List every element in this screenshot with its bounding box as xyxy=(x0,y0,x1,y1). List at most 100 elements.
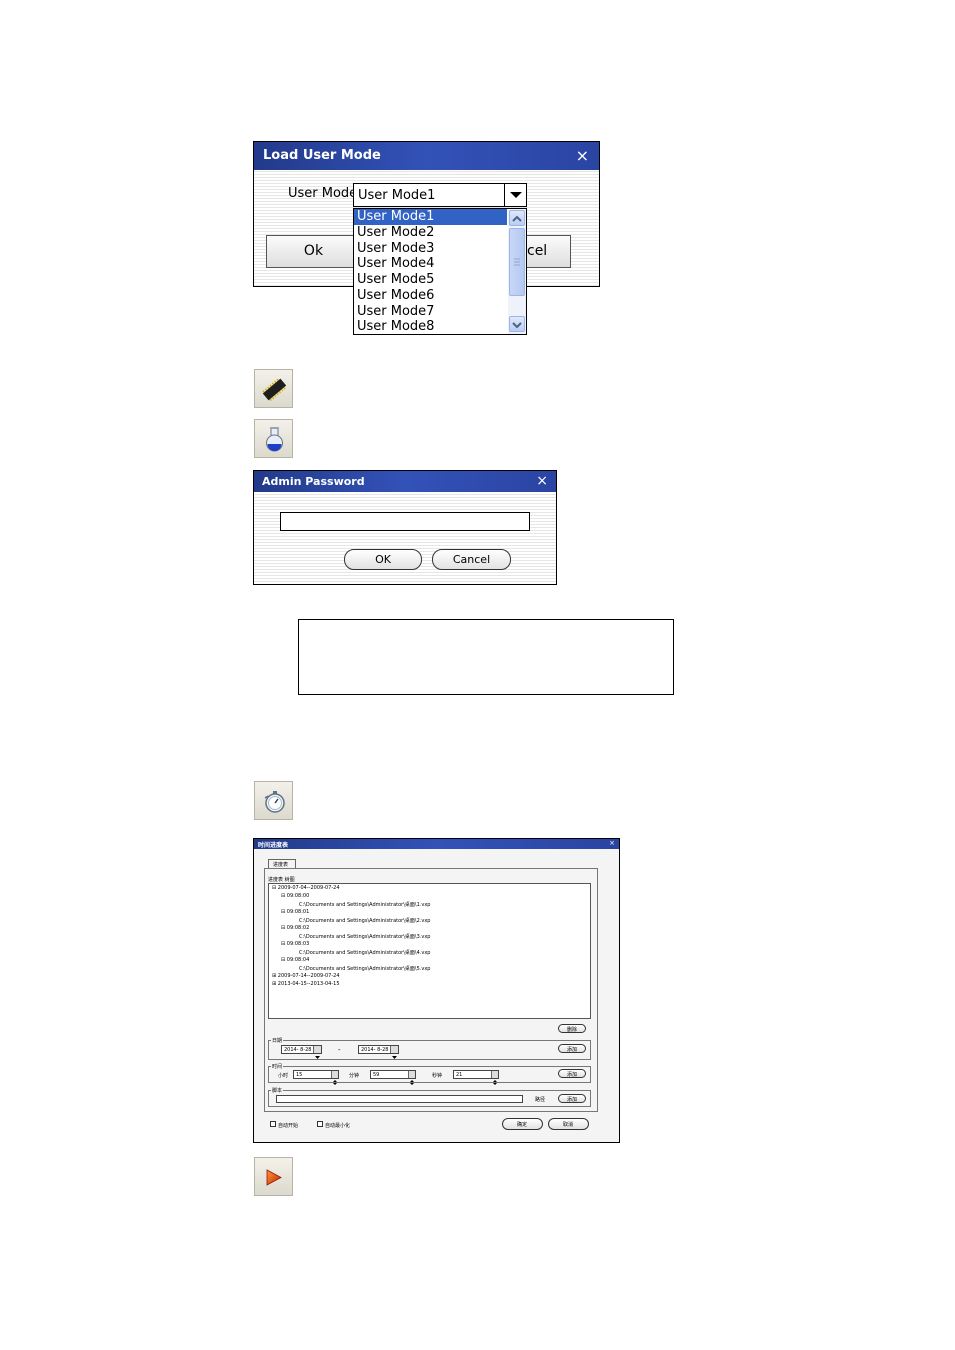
collapse-icon[interactable]: ⊟ xyxy=(281,893,285,899)
add-script-button[interactable]: 添加 xyxy=(558,1094,586,1103)
hour-value: 15 xyxy=(296,1072,303,1078)
user-mode-dropdown-list: User Mode1 User Mode2 User Mode3 User Mo… xyxy=(353,208,527,335)
second-stepper[interactable]: 21 xyxy=(453,1070,499,1085)
date-group-title: 日期 xyxy=(271,1037,284,1044)
expand-icon[interactable]: ⊞ xyxy=(272,981,276,987)
collapse-icon[interactable]: ⊟ xyxy=(281,925,285,931)
date-to-dropdown[interactable] xyxy=(390,1046,398,1059)
auto-start-checkbox[interactable] xyxy=(270,1121,276,1127)
hour-stepper[interactable]: 15 xyxy=(293,1070,339,1085)
option-user-mode-7[interactable]: User Mode7 xyxy=(354,304,507,320)
flask-button[interactable] xyxy=(254,419,293,458)
add-time-button[interactable]: 添加 xyxy=(558,1069,586,1078)
cancel-button[interactable]: Cancel xyxy=(432,549,511,570)
script-path-input[interactable] xyxy=(276,1095,523,1103)
dropdown-scrollbar[interactable] xyxy=(508,209,526,334)
tree-row-4[interactable]: ⊟ 09:08:01 xyxy=(281,909,309,915)
cancel-button[interactable]: 取消 xyxy=(548,1118,589,1130)
tree-row-2[interactable]: ⊟ 09:08:00 xyxy=(281,893,309,899)
password-input[interactable] xyxy=(280,512,530,531)
tree-row-label: 09:08:00 xyxy=(286,893,310,899)
collapse-icon[interactable]: ⊟ xyxy=(281,941,285,947)
tree-row-label: C:\Documents and Settings\Administrator\… xyxy=(299,966,431,972)
date-from-picker[interactable]: 2014- 8-28 xyxy=(281,1045,322,1059)
user-mode-selected-value: User Mode1 xyxy=(358,188,436,203)
scroll-down-button[interactable] xyxy=(509,316,525,332)
load-user-mode-title: Load User Mode xyxy=(263,148,381,163)
date-to-picker[interactable]: 2014- 8-28 xyxy=(358,1045,399,1059)
timer-button[interactable] xyxy=(254,781,293,820)
option-user-mode-8[interactable]: User Mode8 xyxy=(354,319,507,335)
tree-row-label: 09:08:03 xyxy=(286,941,310,947)
auto-minimize-checkbox[interactable] xyxy=(317,1121,323,1127)
tree-header: 进度表 树图 xyxy=(268,877,295,883)
collapse-icon[interactable]: ⊟ xyxy=(281,957,285,963)
option-user-mode-6[interactable]: User Mode6 xyxy=(354,288,507,304)
date-from-dropdown[interactable] xyxy=(313,1046,321,1059)
close-icon[interactable]: × xyxy=(576,146,589,165)
tree-row-label: C:\Documents and Settings\Administrator\… xyxy=(299,934,431,940)
cancel-button-label: 取消 xyxy=(563,1122,574,1128)
second-spin-buttons[interactable] xyxy=(491,1071,498,1085)
add-date-button[interactable]: 添加 xyxy=(558,1044,586,1053)
scroll-thumb[interactable] xyxy=(509,228,525,296)
chevron-down-icon xyxy=(510,192,522,198)
tree-row-6[interactable]: ⊟ 09:08:02 xyxy=(281,925,309,931)
scroll-up-button[interactable] xyxy=(509,210,525,226)
date-separator: - xyxy=(338,1046,341,1054)
delete-button[interactable]: 删除 xyxy=(558,1024,586,1033)
hour-label: 小时 xyxy=(278,1073,289,1079)
dropdown-button[interactable] xyxy=(504,184,526,206)
add-script-button-label: 添加 xyxy=(567,1097,578,1103)
option-user-mode-1[interactable]: User Mode1 xyxy=(354,209,507,225)
close-icon[interactable]: × xyxy=(609,839,615,847)
ok-button-label: Ok xyxy=(303,243,324,259)
tree-row-label: C:\Documents and Settings\Administrator\… xyxy=(299,902,431,908)
date-to-value: 2014- 8-28 xyxy=(361,1047,389,1053)
tree-row-13[interactable]: ⊞ 2013-04-15--2013-04-15 xyxy=(272,981,340,987)
confirm-button[interactable]: 确定 xyxy=(502,1118,543,1130)
tree-row-11[interactable]: C:\Documents and Settings\Administrator\… xyxy=(299,965,430,972)
admin-password-dialog: Admin Password × OK Cancel xyxy=(253,470,557,585)
scroll-down-icon xyxy=(512,322,522,329)
collapse-icon[interactable]: ⊟ xyxy=(272,885,276,891)
stopwatch-icon xyxy=(264,791,285,813)
option-user-mode-4[interactable]: User Mode4 xyxy=(354,256,507,272)
option-user-mode-3[interactable]: User Mode3 xyxy=(354,241,507,257)
tree-row-10[interactable]: ⊟ 09:08:04 xyxy=(281,957,309,963)
spin-arrows-icon xyxy=(493,1080,497,1085)
time-group-title: 时间 xyxy=(271,1063,284,1070)
tree-row-12[interactable]: ⊞ 2009-07-14--2009-07-24 xyxy=(272,973,340,979)
grip-icon xyxy=(514,258,520,266)
user-mode-combobox[interactable]: User Mode1 xyxy=(353,183,527,207)
second-value: 21 xyxy=(456,1072,463,1078)
schedule-tree[interactable]: ⊟ 2009-07-04--2009-07-24 ⊟ 09:08:00 C:\D… xyxy=(268,883,591,1019)
ok-button[interactable]: Ok xyxy=(266,235,361,268)
cancel-button-label: Cancel xyxy=(452,553,491,566)
minute-label: 分钟 xyxy=(349,1073,360,1079)
expand-icon[interactable]: ⊞ xyxy=(272,973,276,979)
play-button[interactable] xyxy=(254,1157,293,1196)
hour-spin-buttons[interactable] xyxy=(331,1071,338,1085)
tree-row-7[interactable]: C:\Documents and Settings\Administrator\… xyxy=(299,933,430,940)
tree-row-3[interactable]: C:\Documents and Settings\Administrator\… xyxy=(299,901,430,908)
close-icon[interactable]: × xyxy=(536,473,548,489)
minute-spin-buttons[interactable] xyxy=(408,1071,415,1085)
admin-password-titlebar: Admin Password × xyxy=(254,471,556,492)
minute-stepper[interactable]: 59 xyxy=(370,1070,416,1085)
tree-row-1[interactable]: ⊟ 2009-07-04--2009-07-24 xyxy=(272,885,340,891)
memory-chip-button[interactable] xyxy=(254,369,293,408)
path-label: 路径 xyxy=(535,1097,546,1103)
tree-row-8[interactable]: ⊟ 09:08:03 xyxy=(281,941,309,947)
admin-password-title: Admin Password xyxy=(262,475,365,488)
tree-row-5[interactable]: C:\Documents and Settings\Administrator\… xyxy=(299,917,430,924)
ok-button[interactable]: OK xyxy=(344,549,422,570)
user-mode-label: User Mode xyxy=(288,186,358,201)
option-user-mode-2[interactable]: User Mode2 xyxy=(354,225,507,241)
option-user-mode-5[interactable]: User Mode5 xyxy=(354,272,507,288)
collapse-icon[interactable]: ⊟ xyxy=(281,909,285,915)
play-icon xyxy=(266,1169,282,1186)
cancel-button-label: cel xyxy=(527,243,548,259)
add-date-button-label: 添加 xyxy=(567,1047,578,1053)
tree-row-9[interactable]: C:\Documents and Settings\Administrator\… xyxy=(299,949,430,956)
